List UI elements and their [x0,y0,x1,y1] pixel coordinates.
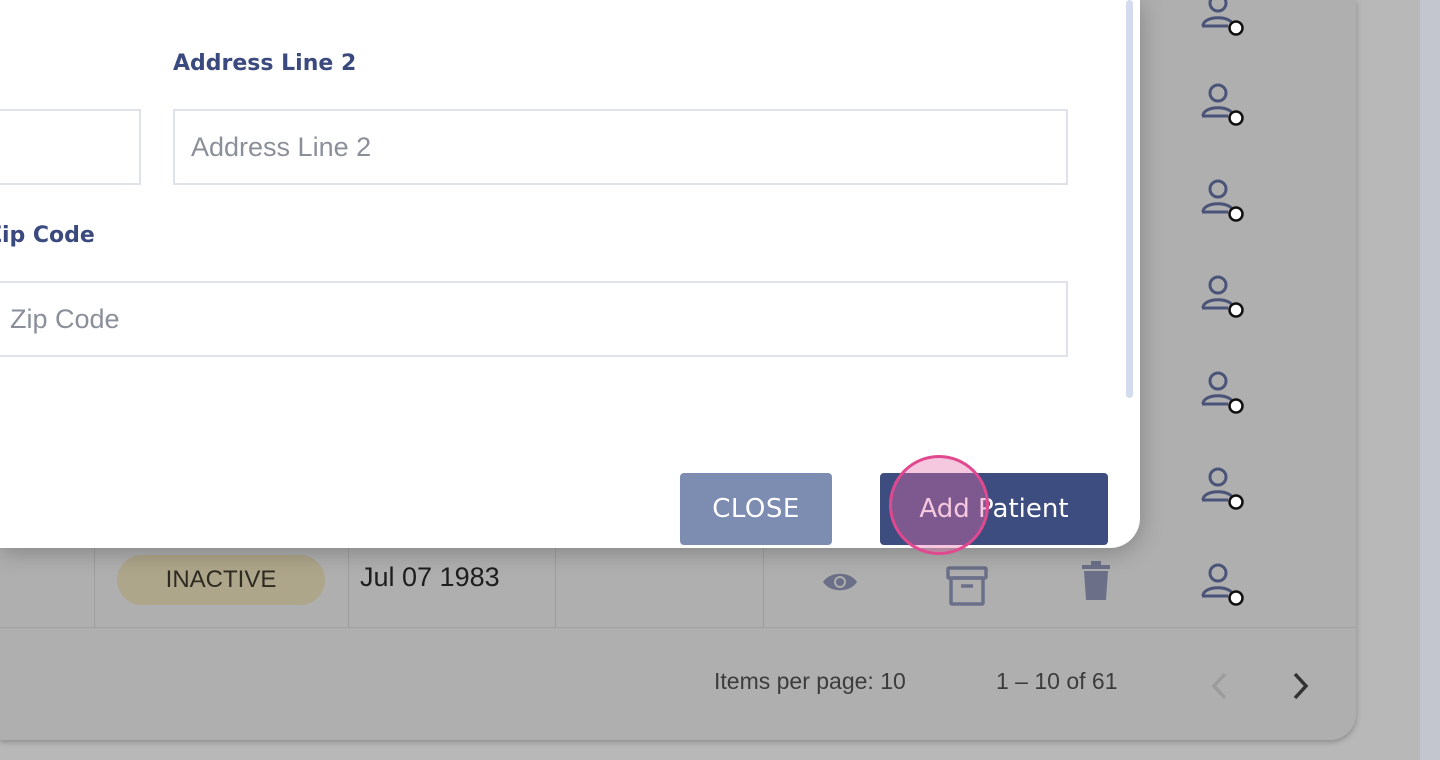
user-clock-icon[interactable] [1198,0,1246,38]
chevron-right-icon [1293,672,1309,700]
zip-code-input[interactable] [0,281,1068,357]
column-divider [348,548,349,628]
user-clock-icon[interactable] [1198,560,1246,608]
address-line1-input[interactable] [0,109,141,185]
user-clock-icon[interactable] [1198,272,1246,320]
page-range-label: 1 – 10 of 61 [996,668,1118,694]
archive-icon[interactable] [945,565,989,607]
date-of-birth-cell: Jul 07 1983 [360,562,500,592]
column-divider [94,548,95,628]
items-per-page-label: Items per page: 10 [714,668,906,694]
zip-code-label: Zip Code [0,223,95,248]
close-button[interactable]: CLOSE [680,473,832,545]
row-divider [0,627,1356,628]
page-background-strip [1420,0,1440,760]
dialog-scrollbar[interactable] [1126,0,1133,398]
address-line2-input[interactable] [173,109,1068,185]
next-page-button[interactable] [1280,666,1320,706]
user-clock-icon[interactable] [1198,368,1246,416]
trash-icon[interactable] [1079,560,1113,602]
chevron-left-icon [1211,672,1227,700]
column-divider [763,548,764,628]
add-patient-button[interactable]: Add Patient [880,473,1108,545]
user-clock-icon[interactable] [1198,464,1246,512]
user-clock-icon[interactable] [1198,80,1246,128]
eye-icon[interactable] [820,562,860,602]
previous-page-button[interactable] [1200,666,1240,706]
column-divider [555,548,556,628]
add-patient-dialog: Address Line 2 Zip Code CLOSE Add Patien… [0,0,1140,548]
user-clock-icon[interactable] [1198,176,1246,224]
address-line2-label: Address Line 2 [173,51,357,76]
status-badge: INACTIVE [117,555,325,605]
